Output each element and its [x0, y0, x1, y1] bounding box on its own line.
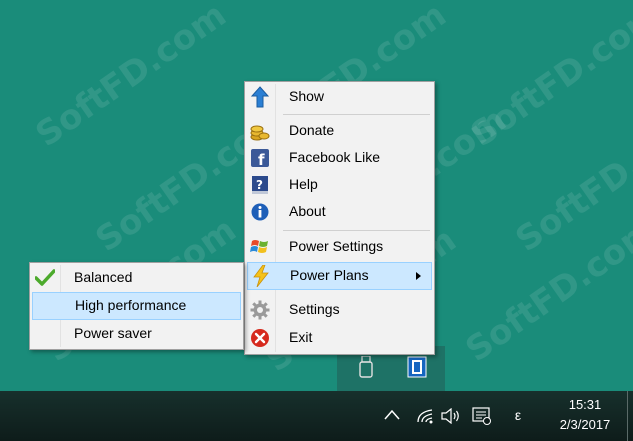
menu-separator — [283, 114, 430, 115]
menu-item-facebook-like[interactable]: f Facebook Like — [247, 145, 432, 171]
menu-item-help[interactable]: ? Help — [247, 172, 432, 198]
clock-date[interactable]: 2/3/2017 — [546, 417, 624, 432]
menu-item-label: Exit — [289, 329, 313, 345]
menu-item-label: Help — [289, 176, 318, 192]
menu-item-show[interactable]: Show — [247, 84, 432, 110]
up-arrow-icon — [249, 86, 271, 108]
submenu-item-power-saver[interactable]: Power saver — [32, 321, 241, 347]
menu-item-label: Facebook Like — [289, 149, 381, 165]
facebook-icon: f — [249, 147, 271, 169]
menu-separator — [283, 230, 430, 231]
clock-time[interactable]: 15:31 — [552, 397, 618, 412]
power-plan-tray-icon[interactable] — [407, 356, 427, 378]
watermark: SoftFD.com — [508, 99, 633, 261]
menu-item-label: Power Plans — [290, 267, 369, 283]
taskbar: ε 15:31 2/3/2017 — [0, 391, 633, 441]
menu-item-donate[interactable]: Donate — [247, 118, 432, 144]
info-icon — [249, 201, 271, 223]
windows-flag-icon — [249, 236, 271, 258]
menu-item-power-plans[interactable]: Power Plans — [247, 262, 432, 290]
menu-item-power-settings[interactable]: Power Settings — [247, 234, 432, 260]
exit-icon — [249, 327, 271, 349]
submenu-item-high-performance[interactable]: High performance — [32, 292, 241, 320]
checkmark-icon — [34, 267, 56, 289]
power-plans-submenu: Balanced High performance Power saver — [29, 262, 244, 350]
volume-icon[interactable] — [441, 408, 461, 424]
menu-item-label: Power Settings — [289, 238, 384, 254]
gear-icon — [249, 299, 271, 321]
menu-item-settings[interactable]: Settings — [247, 297, 432, 323]
menu-item-exit[interactable]: Exit — [247, 325, 432, 351]
submenu-arrow-icon — [416, 272, 421, 280]
menu-item-label: About — [289, 203, 326, 219]
menu-item-label: Settings — [289, 301, 340, 317]
submenu-item-label: Balanced — [74, 269, 133, 285]
submenu-item-label: Power saver — [74, 325, 152, 341]
input-language-indicator[interactable]: ε — [511, 407, 525, 423]
menu-item-about[interactable]: About — [247, 199, 432, 225]
menu-item-label: Donate — [289, 122, 335, 138]
svg-text:?: ? — [256, 178, 263, 192]
submenu-item-label: High performance — [75, 297, 187, 313]
tray-context-menu: Show Donate f Facebook Like ? Help About… — [244, 81, 435, 355]
svg-text:f: f — [258, 151, 265, 167]
watermark: SoftFD.com — [458, 209, 633, 371]
wifi-icon[interactable] — [416, 408, 434, 424]
watermark: SoftFD.com — [28, 0, 234, 156]
usb-drive-icon[interactable] — [359, 356, 373, 378]
chevron-up-icon[interactable] — [384, 409, 400, 421]
action-center-icon[interactable] — [472, 407, 492, 425]
watermark: SoftFD.com — [463, 0, 633, 156]
lightning-icon — [250, 265, 272, 287]
show-desktop-button[interactable] — [627, 391, 628, 441]
submenu-item-balanced[interactable]: Balanced — [32, 265, 241, 291]
help-book-icon: ? — [249, 174, 271, 196]
coins-icon — [249, 120, 271, 142]
menu-item-label: Show — [289, 88, 325, 104]
